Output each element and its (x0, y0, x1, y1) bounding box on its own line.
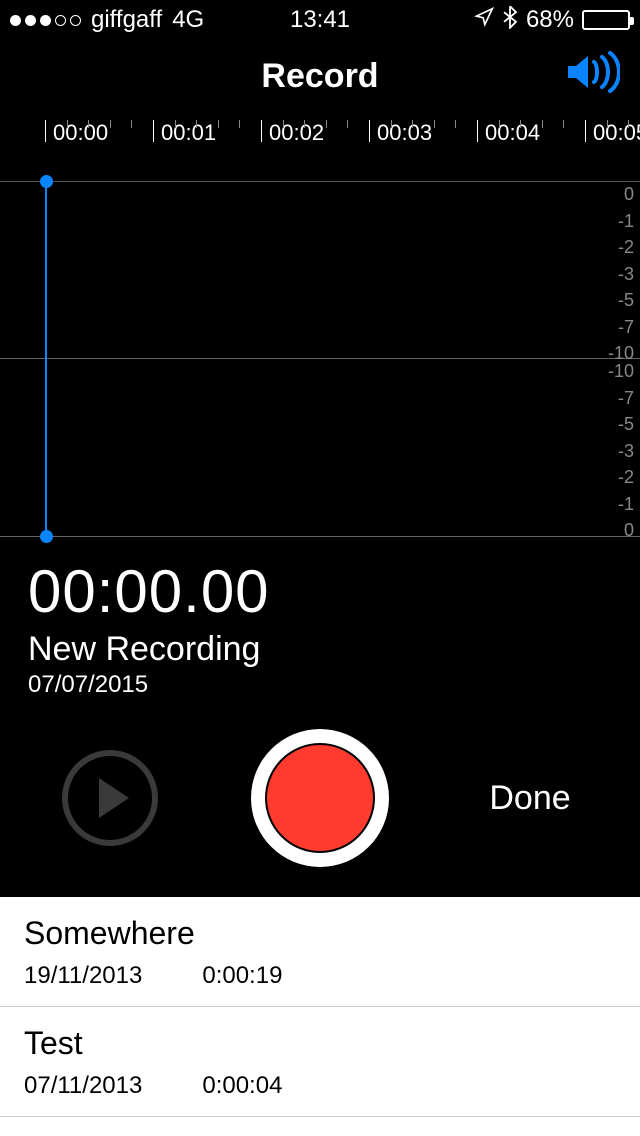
ruler-label: 00:00 (53, 120, 108, 146)
ruler-label: 00:05 (593, 120, 640, 146)
timeline-ruler[interactable]: 00:00 00:01 00:02 00:03 00:04 00:05 (0, 120, 640, 182)
list-item[interactable]: Test 07/11/2013 0:00:04 (0, 1007, 640, 1117)
recording-name: New Recording (28, 630, 612, 669)
list-item[interactable]: Somewhere 19/11/2013 0:00:19 (0, 897, 640, 1007)
ruler-label: 00:03 (377, 120, 432, 146)
recording-timer: 00:00.00 (28, 557, 612, 626)
recording-title: Somewhere (24, 915, 616, 952)
db-scale-label: -2 (618, 237, 634, 258)
bluetooth-icon (502, 5, 518, 36)
ruler-label: 00:02 (269, 120, 324, 146)
play-icon (99, 778, 129, 818)
current-recording-info: 00:00.00 New Recording 07/07/2015 (0, 537, 640, 709)
network-label: 4G (172, 6, 204, 34)
db-scale-label: -7 (618, 388, 634, 409)
db-scale-label: -5 (618, 290, 634, 311)
status-bar: giffgaff 4G 13:41 68% (0, 0, 640, 40)
recording-duration: 0:00:04 (202, 1072, 282, 1100)
carrier-label: giffgaff (91, 6, 162, 34)
play-button[interactable] (62, 750, 158, 846)
location-icon (474, 6, 494, 34)
waveform-area[interactable]: 0-1-2-3-5-7-10 -10-7-5-3-2-10 (0, 182, 640, 537)
db-scale-label: -5 (618, 414, 634, 435)
recording-date: 19/11/2013 (24, 962, 142, 990)
controls-row: Done (0, 709, 640, 897)
signal-strength-icon (10, 15, 81, 26)
playhead-handle-top[interactable] (40, 175, 53, 188)
ruler-label: 00:01 (161, 120, 216, 146)
recording-date: 07/07/2015 (28, 671, 612, 699)
db-scale-label: -1 (618, 211, 634, 232)
record-button[interactable] (251, 729, 389, 867)
db-scale-label: -7 (618, 317, 634, 338)
recording-date: 07/11/2013 (24, 1072, 142, 1100)
db-scale-label: 0 (624, 184, 634, 205)
playhead[interactable] (45, 182, 47, 536)
battery-percent: 68% (526, 6, 574, 34)
recordings-list[interactable]: Somewhere 19/11/2013 0:00:19 Test 07/11/2013… (0, 897, 640, 1136)
record-icon (265, 743, 375, 853)
ruler-label: 00:04 (485, 120, 540, 146)
speaker-button[interactable] (564, 50, 620, 99)
clock: 13:41 (290, 6, 350, 34)
db-scale-label: -2 (618, 467, 634, 488)
playhead-handle-bottom[interactable] (40, 530, 53, 543)
recording-title: Test (24, 1025, 616, 1062)
db-scale-label: -1 (618, 494, 634, 515)
db-scale-label: -3 (618, 441, 634, 462)
db-scale-label: -3 (618, 264, 634, 285)
db-scale-label: -10 (608, 361, 634, 382)
done-button[interactable]: Done (470, 779, 590, 818)
recording-duration: 0:00:19 (202, 962, 282, 990)
list-item[interactable]: Unnamed Recording (0, 1117, 640, 1136)
page-title: Record (261, 57, 378, 96)
db-scale-label: 0 (624, 520, 634, 541)
battery-icon (582, 10, 630, 30)
header: Record (0, 40, 640, 112)
